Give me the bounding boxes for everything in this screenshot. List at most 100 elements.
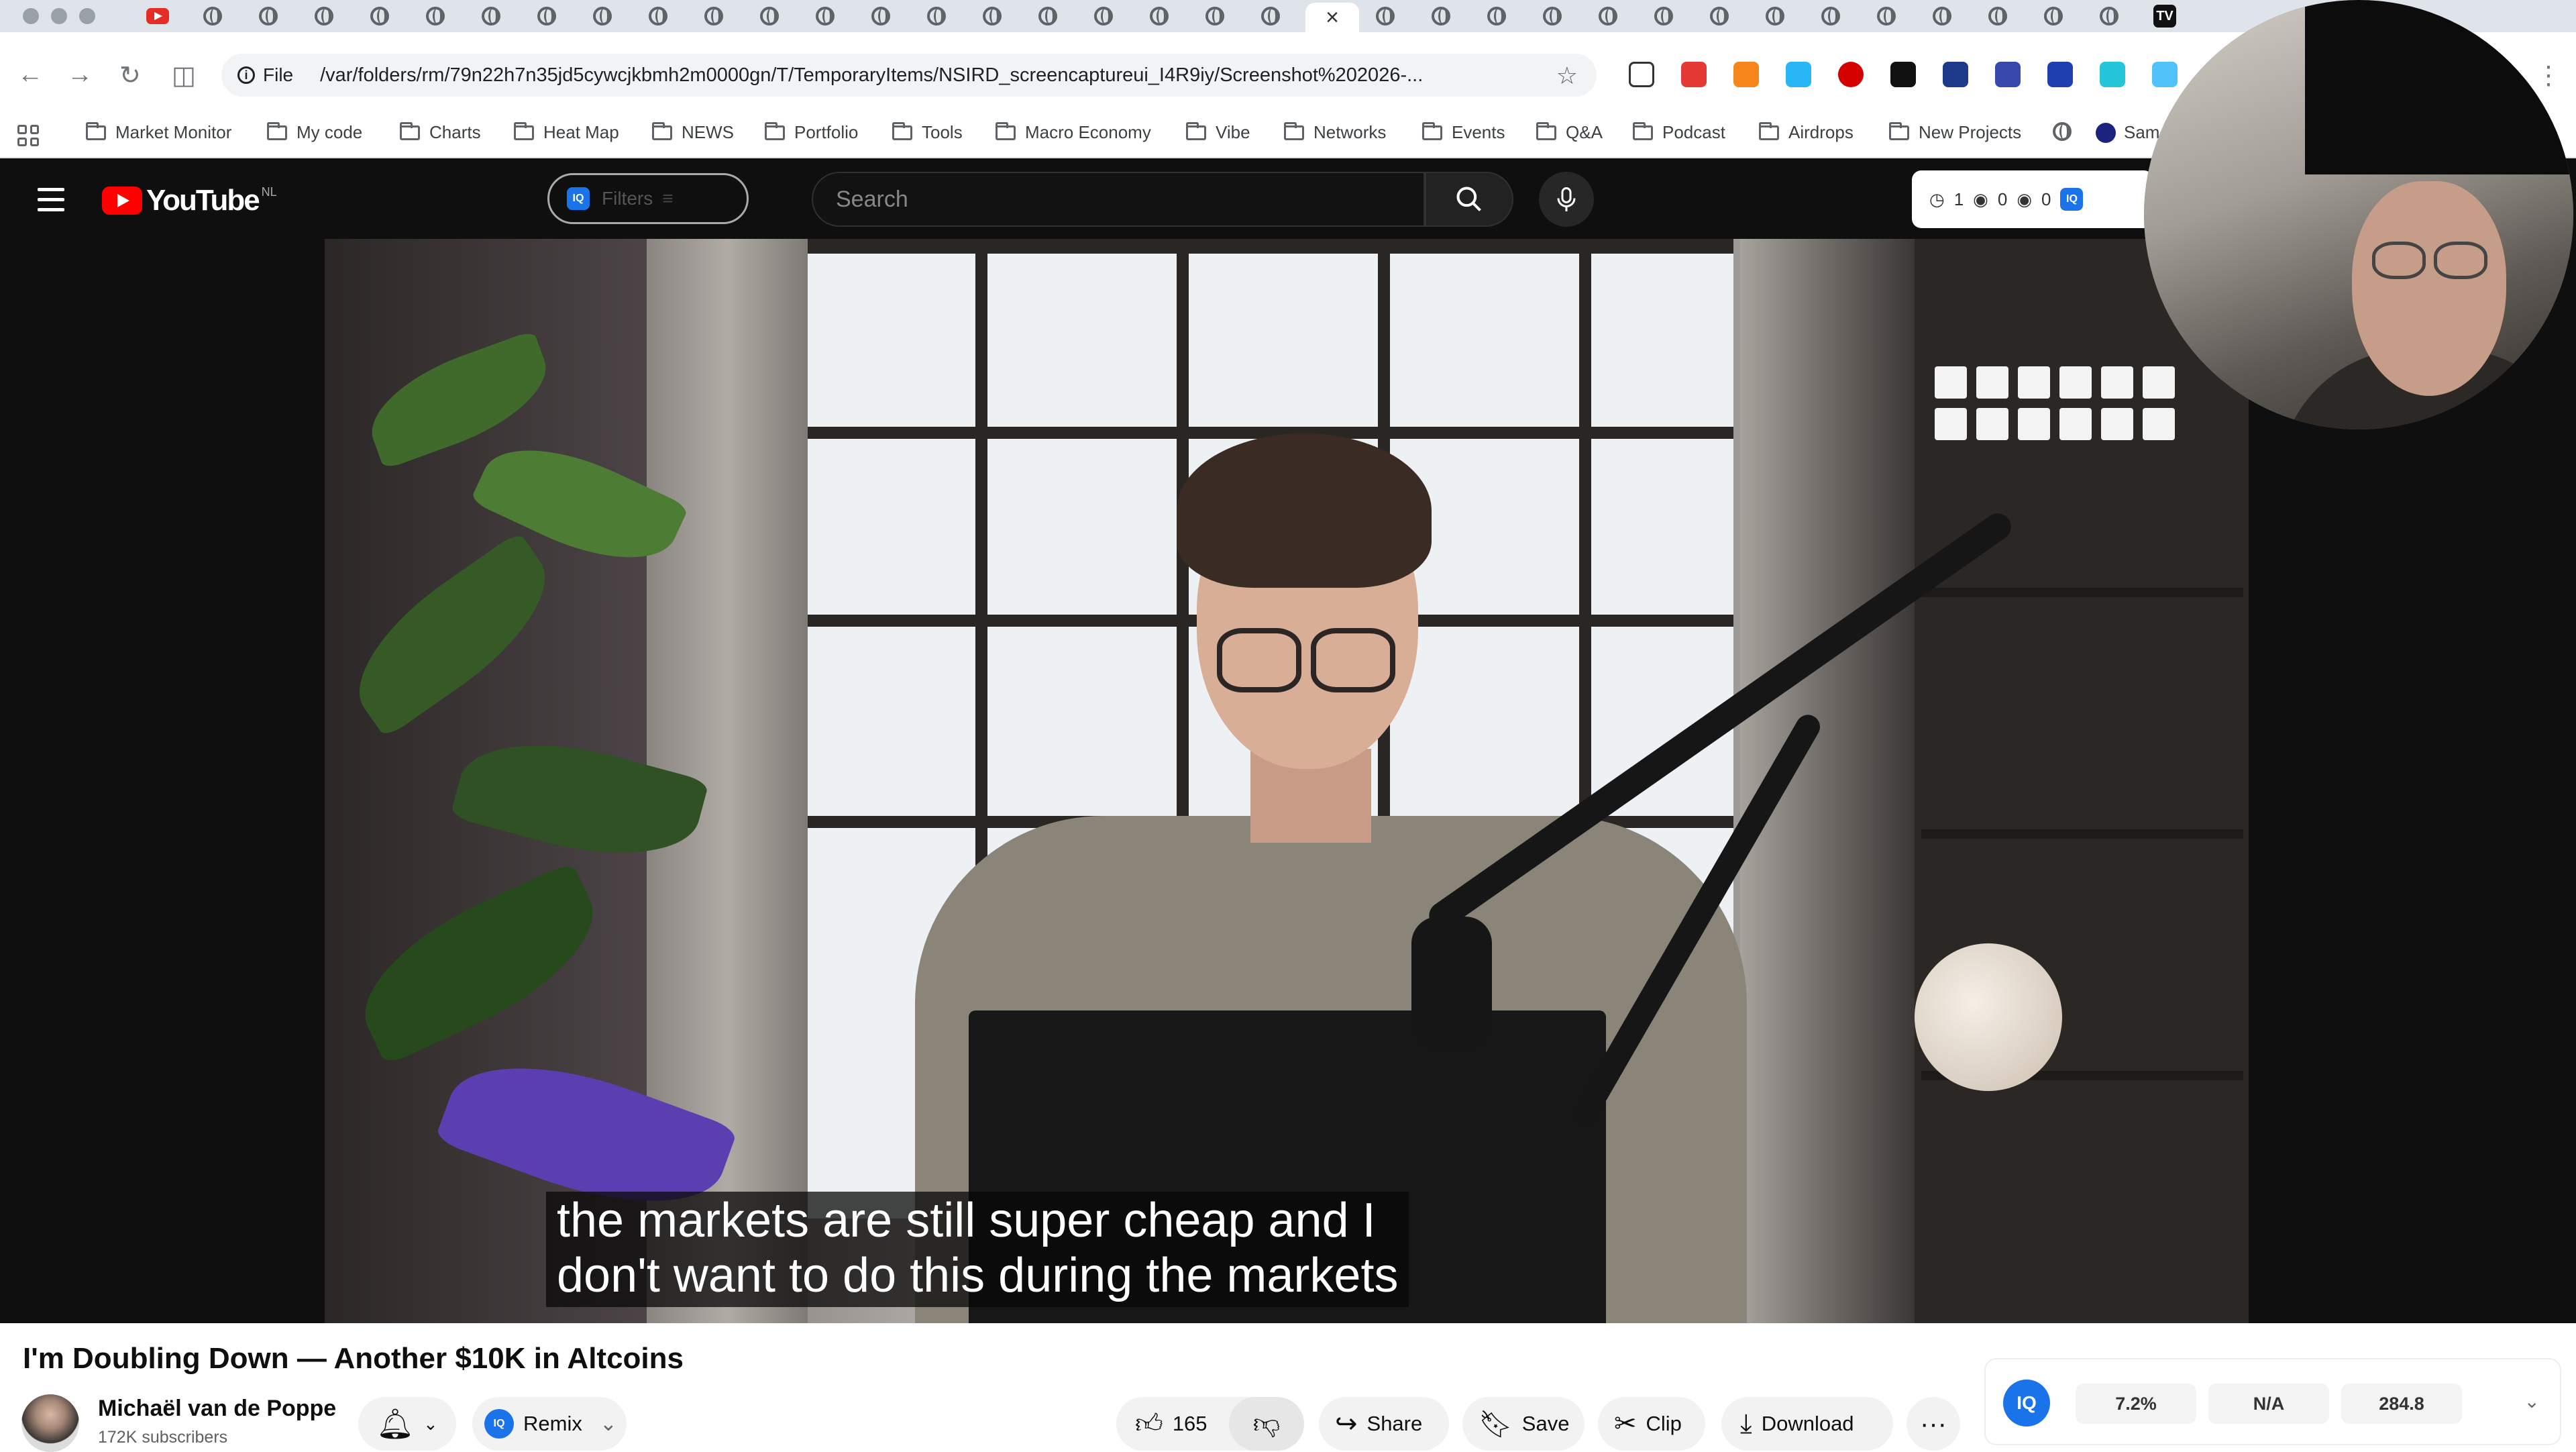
- menu-icon[interactable]: [38, 188, 64, 218]
- pencil-extension-icon[interactable]: [1681, 62, 1707, 87]
- bookmark-charts[interactable]: Charts: [400, 121, 481, 143]
- voice-search-button[interactable]: [1539, 172, 1594, 227]
- zoom-window-button[interactable]: [79, 8, 95, 24]
- bookmark-events[interactable]: Events: [1422, 121, 1505, 143]
- tab[interactable]: [1080, 3, 1127, 30]
- tab[interactable]: [189, 3, 236, 30]
- sidebar-toggle-icon[interactable]: ◫: [172, 60, 196, 91]
- tab-active[interactable]: ×: [1305, 3, 1359, 32]
- notification-bell-button[interactable]: 🔔︎ ⌄: [358, 1397, 456, 1451]
- bookmark-label: Heat Map: [543, 122, 619, 142]
- bookmark-new-projects[interactable]: New Projects: [1889, 121, 2021, 143]
- bookmark-networks[interactable]: Networks: [1284, 121, 1386, 143]
- s-extension-icon[interactable]: [1890, 62, 1916, 87]
- channel-name[interactable]: Michaël van de Poppe: [98, 1396, 336, 1422]
- tab-youtube[interactable]: [134, 3, 181, 30]
- extension-icon[interactable]: [1995, 62, 2021, 87]
- bookmark-news[interactable]: NEWS: [652, 121, 734, 143]
- save-button[interactable]: 🔖︎ Save: [1462, 1397, 1585, 1451]
- tab[interactable]: [1417, 3, 1464, 30]
- subscriber-count: 172K subscribers: [98, 1428, 228, 1447]
- bookmark-portfolio[interactable]: Portfolio: [765, 121, 858, 143]
- tab[interactable]: [412, 3, 459, 30]
- bookmark-airdrops[interactable]: Airdrops: [1759, 121, 1854, 143]
- tab[interactable]: [579, 3, 626, 30]
- site-info-chip[interactable]: i File: [237, 64, 293, 86]
- dislike-button[interactable]: 👎︎: [1229, 1397, 1304, 1451]
- download-button[interactable]: ⤓ Download: [1721, 1397, 1893, 1451]
- tab[interactable]: [1191, 3, 1238, 30]
- tab[interactable]: [1529, 3, 1576, 30]
- reload-icon[interactable]: ↻: [119, 60, 141, 91]
- tab[interactable]: [1136, 3, 1183, 30]
- bookmark-globe[interactable]: [2053, 122, 2072, 141]
- tab[interactable]: [523, 3, 570, 30]
- tab[interactable]: [1640, 3, 1687, 30]
- chevron-down-icon[interactable]: ⌄: [2524, 1390, 2540, 1412]
- opera-extension-icon[interactable]: [1838, 62, 1864, 87]
- pen-extension-icon[interactable]: [1629, 62, 1654, 87]
- extension-icon[interactable]: [2100, 62, 2125, 87]
- tab[interactable]: [2086, 3, 2133, 30]
- tab[interactable]: [1974, 3, 2021, 30]
- forward-icon[interactable]: →: [67, 60, 93, 89]
- clip-button[interactable]: ✂ Clip: [1598, 1397, 1705, 1451]
- layers-extension-icon[interactable]: [1943, 62, 1968, 87]
- tab[interactable]: [1362, 3, 1409, 30]
- bell-icon: 🔔︎: [376, 1408, 415, 1441]
- tab[interactable]: [1696, 3, 1743, 30]
- tab[interactable]: [746, 3, 793, 30]
- tab[interactable]: [1247, 3, 1294, 30]
- tab[interactable]: [2030, 3, 2077, 30]
- tab[interactable]: [913, 3, 960, 30]
- apps-grid-icon[interactable]: [17, 125, 39, 146]
- bookmark-qa[interactable]: Q&A: [1536, 121, 1603, 143]
- tab[interactable]: [969, 3, 1016, 30]
- search-input[interactable]: Search: [812, 172, 1425, 227]
- tab[interactable]: [1863, 3, 1910, 30]
- bookmark-macro-economy[interactable]: Macro Economy: [996, 121, 1151, 143]
- folder-icon: [1633, 121, 1653, 140]
- bookmark-market-monitor[interactable]: Market Monitor: [86, 121, 231, 143]
- tab[interactable]: [802, 3, 849, 30]
- shield-extension-icon[interactable]: [2047, 62, 2073, 87]
- tab[interactable]: [301, 3, 347, 30]
- bookmark-star-icon[interactable]: ☆: [1556, 62, 1578, 90]
- tab[interactable]: [245, 3, 292, 30]
- channel-avatar[interactable]: [21, 1394, 79, 1452]
- tab[interactable]: [1585, 3, 1631, 30]
- tab[interactable]: [690, 3, 737, 30]
- metamask-extension-icon[interactable]: [1733, 62, 1759, 87]
- more-actions-button[interactable]: ···: [1907, 1397, 1960, 1451]
- tab[interactable]: [1752, 3, 1799, 30]
- close-window-button[interactable]: [23, 8, 39, 24]
- bookmark-vibe[interactable]: Vibe: [1186, 121, 1250, 143]
- bookmark-tools[interactable]: Tools: [892, 121, 963, 143]
- bookmark-heat-map[interactable]: Heat Map: [514, 121, 619, 143]
- tab[interactable]: [1473, 3, 1520, 30]
- tab[interactable]: [1807, 3, 1854, 30]
- remix-button[interactable]: IQ Remix ⌄: [472, 1397, 627, 1451]
- address-bar[interactable]: i File /var/folders/rm/79n22h7n35jd5cywc…: [221, 54, 1597, 97]
- tab[interactable]: [1024, 3, 1071, 30]
- video-player[interactable]: the markets are still super cheap and I …: [325, 239, 2249, 1323]
- search-button[interactable]: [1425, 172, 1513, 227]
- bookmark-my-code[interactable]: My code: [267, 121, 362, 143]
- minimize-window-button[interactable]: [51, 8, 67, 24]
- globe-icon: [1654, 7, 1673, 25]
- extension-stats-widget[interactable]: ◷ 1 ◉ 0 ◉ 0 IQ: [1912, 170, 2153, 228]
- url-text[interactable]: /var/folders/rm/79n22h7n35jd5cywcjkbmh2m…: [320, 64, 1527, 87]
- tab[interactable]: [1919, 3, 1966, 30]
- youtube-logo[interactable]: YouTube NL: [102, 184, 277, 217]
- bookmark-podcast[interactable]: Podcast: [1633, 121, 1725, 143]
- back-icon[interactable]: ←: [17, 60, 43, 89]
- iq-logo[interactable]: IQ: [2003, 1380, 2050, 1427]
- tab[interactable]: [356, 3, 403, 30]
- close-tab-icon[interactable]: ×: [1326, 6, 1339, 29]
- share-button[interactable]: ↪ Share: [1319, 1397, 1449, 1451]
- tab[interactable]: [857, 3, 904, 30]
- filters-button[interactable]: IQ Filters ≡: [547, 173, 749, 224]
- tab[interactable]: [468, 3, 515, 30]
- extension-icon[interactable]: [1786, 62, 1811, 87]
- tab[interactable]: [635, 3, 682, 30]
